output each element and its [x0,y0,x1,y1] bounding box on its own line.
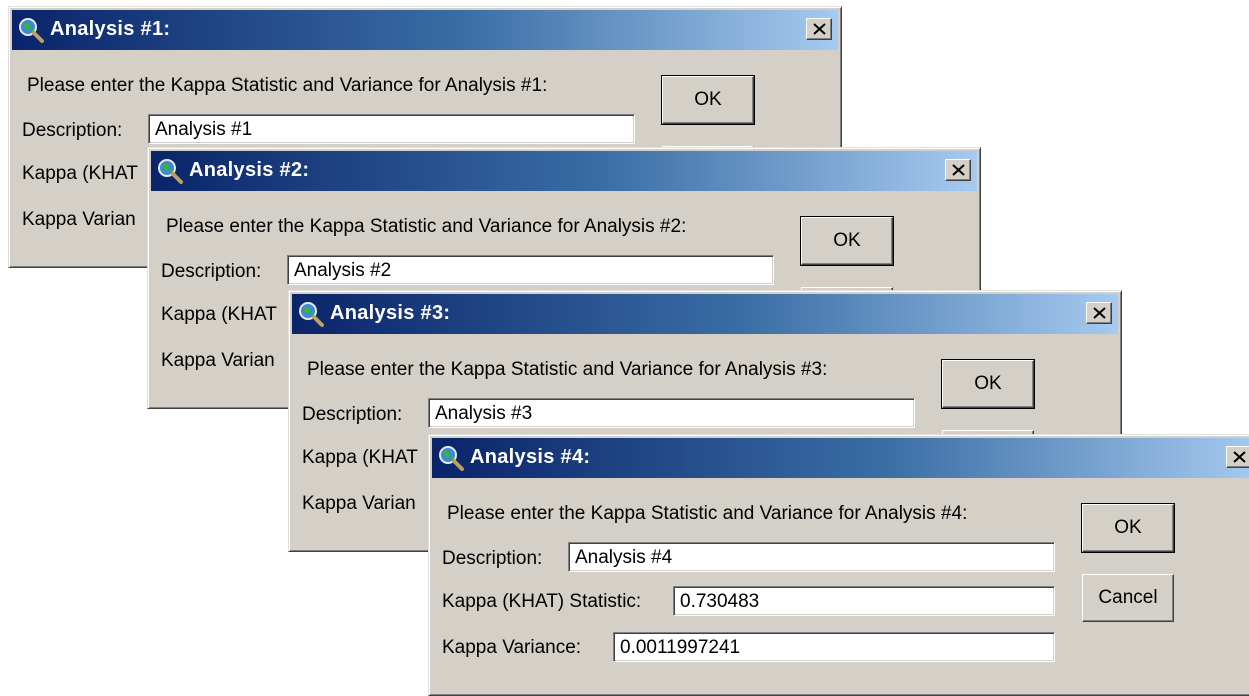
close-button[interactable] [945,159,971,181]
ok-button[interactable]: OK [1081,503,1175,553]
kappa-statistic-field[interactable] [673,586,1055,616]
kappa-label: Kappa (KHAT [161,304,277,325]
magnifier-globe-icon [19,18,44,43]
kappa-label: Kappa (KHAT [302,447,418,468]
description-field[interactable] [428,398,915,428]
close-icon [1233,451,1246,463]
variance-label: Kappa Varian [302,493,416,514]
magnifier-globe-icon [439,446,464,471]
prompt-text: Please enter the Kappa Statistic and Var… [27,75,548,96]
close-button[interactable] [1226,446,1249,468]
close-icon [952,164,965,176]
description-label: Description: [161,261,262,282]
ok-button[interactable]: OK [800,216,894,266]
title-bar[interactable]: Analysis #1: [12,10,838,50]
ok-button[interactable]: OK [941,359,1035,409]
description-field[interactable] [287,255,774,285]
variance-label: Kappa Variance: [442,637,582,658]
magnifier-globe-icon [299,302,324,327]
description-label: Description: [22,120,123,141]
description-field[interactable] [148,114,635,144]
title-bar[interactable]: Analysis #2: [151,151,977,191]
title-bar[interactable]: Analysis #3: [292,294,1118,334]
kappa-variance-field[interactable] [613,632,1055,662]
dialog-title: Analysis #4: [470,446,591,468]
title-bar[interactable]: Analysis #4: [432,438,1249,478]
dialog-title: Analysis #1: [50,18,171,40]
close-icon [813,23,826,35]
prompt-text: Please enter the Kappa Statistic and Var… [447,503,968,524]
prompt-text: Please enter the Kappa Statistic and Var… [307,359,828,380]
dialog-title: Analysis #2: [189,159,310,181]
cancel-button[interactable]: Cancel [1082,574,1174,622]
description-label: Description: [442,548,543,569]
prompt-text: Please enter the Kappa Statistic and Var… [166,216,687,237]
dialog-title: Analysis #3: [330,302,451,324]
magnifier-globe-icon [158,159,183,184]
close-icon [1093,307,1106,319]
close-button[interactable] [1086,302,1112,324]
ok-button[interactable]: OK [661,75,755,125]
kappa-label: Kappa (KHAT [22,163,138,184]
description-label: Description: [302,404,403,425]
variance-label: Kappa Varian [161,350,275,371]
close-button[interactable] [806,18,832,40]
variance-label: Kappa Varian [22,209,136,230]
kappa-label: Kappa (KHAT) Statistic: [442,591,642,612]
description-field[interactable] [568,542,1055,572]
analysis-dialog-4: Analysis #4: Please enter the Kappa Stat… [428,434,1249,696]
